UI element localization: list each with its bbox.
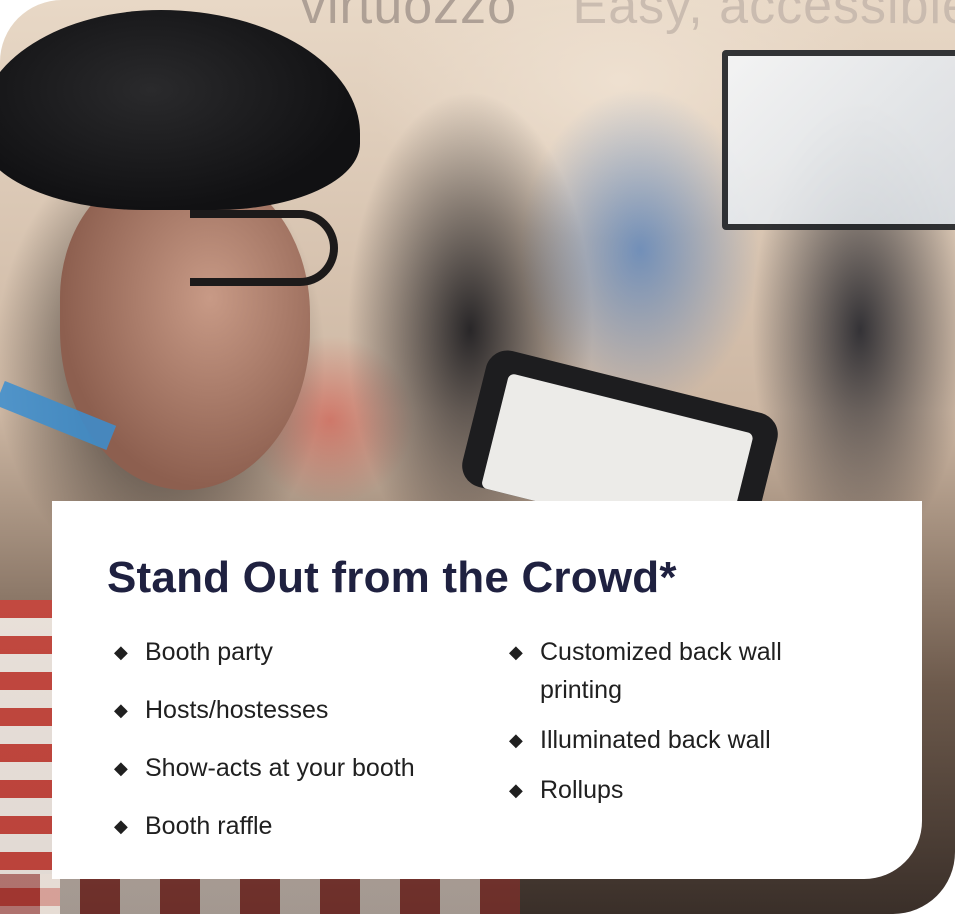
booth-wall-tagline: Easy, accessible, aff bbox=[572, 0, 955, 35]
list-item: ◆ Customized back wall printing bbox=[507, 633, 837, 709]
booth-wall-brand: virtuozzo bbox=[300, 0, 518, 35]
right-item-list: ◆ Customized back wall printing ◆ Illumi… bbox=[507, 633, 837, 821]
list-item-label: Booth raffle bbox=[145, 812, 273, 840]
diamond-bullet-icon: ◆ bbox=[114, 816, 128, 836]
list-item: ◆ Booth party bbox=[112, 633, 472, 671]
list-item: ◆ Hosts/hostesses bbox=[112, 691, 472, 729]
diamond-bullet-icon: ◆ bbox=[114, 758, 128, 778]
glasses-shape bbox=[190, 210, 338, 286]
striped-shirt-bottom bbox=[0, 874, 520, 914]
list-item-label: Customized back wall printing bbox=[540, 638, 782, 704]
diamond-bullet-icon: ◆ bbox=[509, 642, 523, 662]
striped-shirt bbox=[0, 600, 60, 914]
list-item-label: Hosts/hostesses bbox=[145, 696, 329, 724]
list-item: ◆ Rollups bbox=[507, 771, 837, 809]
list-item: ◆ Booth raffle bbox=[112, 807, 472, 845]
diamond-bullet-icon: ◆ bbox=[114, 642, 128, 662]
info-card: Stand Out from the Crowd* ◆ Booth party … bbox=[52, 501, 922, 879]
list-item: ◆ Show-acts at your booth bbox=[112, 749, 472, 787]
list-item-label: Rollups bbox=[540, 776, 624, 804]
list-item-label: Illuminated back wall bbox=[540, 726, 771, 754]
diamond-bullet-icon: ◆ bbox=[509, 780, 523, 800]
booth-wall-signage: virtuozzo Easy, accessible, aff bbox=[300, 0, 955, 36]
list-item-label: Show-acts at your booth bbox=[145, 754, 415, 782]
diamond-bullet-icon: ◆ bbox=[114, 700, 128, 720]
beret-shape bbox=[0, 10, 360, 210]
booth-display-screen bbox=[722, 50, 955, 230]
list-item: ◆ Illuminated back wall bbox=[507, 721, 837, 759]
left-item-list: ◆ Booth party ◆ Hosts/hostesses ◆ Show-a… bbox=[112, 633, 472, 865]
list-item-label: Booth party bbox=[145, 638, 273, 666]
hero-photo: virtuozzo Easy, accessible, aff Stand Ou… bbox=[0, 0, 955, 914]
diamond-bullet-icon: ◆ bbox=[509, 730, 523, 750]
card-title: Stand Out from the Crowd* bbox=[107, 553, 677, 602]
